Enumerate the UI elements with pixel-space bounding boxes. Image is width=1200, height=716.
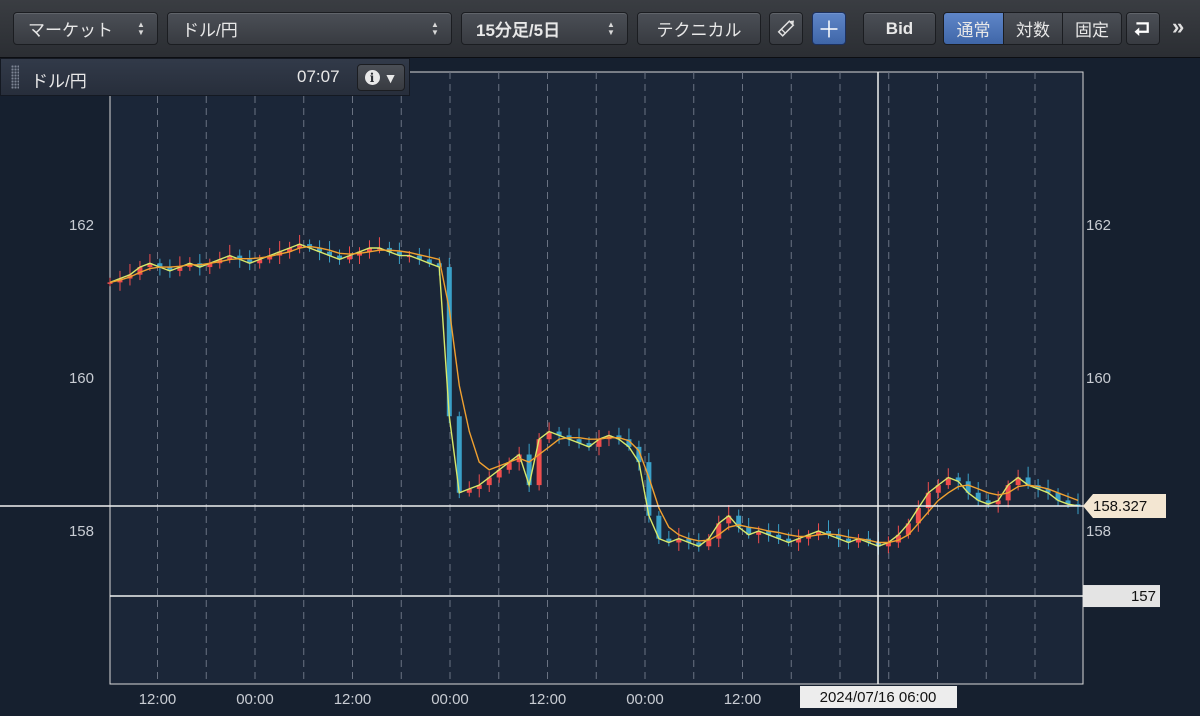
y-tick-label-right: 158 [1086,523,1111,540]
updown-arrows-icon: ▲ ▼ [137,19,145,37]
scale-normal-button[interactable]: 通常 [944,13,1003,44]
return-icon [1134,22,1149,37]
x-tick-label: 12:00 [529,691,567,708]
pencil-icon [777,20,795,37]
drag-handle-icon[interactable] [11,65,19,89]
technical-button[interactable]: テクニカル [637,12,761,45]
bid-label: Bid [885,18,914,38]
y-tick-label-left: 162 [69,217,94,234]
dropdown-triangle-icon: ▼ [383,69,398,86]
y-tick-label-right: 160 [1086,370,1111,387]
current-price-label: 158.327 [1093,498,1147,515]
horizontal-line-label: 157 [1131,588,1156,605]
x-tick-label: 12:00 [334,691,372,708]
x-tick-label: 12:00 [139,691,177,708]
timeframe-label: 15分足/5日 [476,21,561,40]
updown-arrows-icon: ▲ ▼ [607,19,615,37]
chart-app: マーケット ▲ ▼ ドル/円 ▲ ▼ 15分足/5日 ▲ ▼ テクニカル Bid… [0,0,1200,716]
y-tick-label-right: 162 [1086,217,1111,234]
price-chart[interactable]: 162 162 160 160 158 158 12:00 00:00 12:00 00:00 1… [0,58,1200,716]
currency-pair-label: ドル/円 [182,21,238,40]
crosshair-icon [820,20,838,38]
info-menu-button[interactable]: i ▼ [357,64,405,91]
currency-pair-select[interactable]: ドル/円 ▲ ▼ [167,12,452,45]
crosshair-button[interactable] [812,12,846,45]
info-symbol: ドル/円 [31,72,87,91]
x-tick-label: 00:00 [236,691,274,708]
crosshair-time-label: 2024/07/16 06:00 [820,689,937,706]
bid-button[interactable]: Bid [863,12,936,45]
timeframe-select[interactable]: 15分足/5日 ▲ ▼ [461,12,628,45]
return-button[interactable] [1126,12,1160,45]
updown-arrows-icon: ▲ ▼ [431,19,439,37]
toolbar: マーケット ▲ ▼ ドル/円 ▲ ▼ 15分足/5日 ▲ ▼ テクニカル Bid… [0,0,1200,58]
info-time: 07:07 [297,67,340,86]
market-select[interactable]: マーケット ▲ ▼ [13,12,158,45]
y-tick-label-left: 158 [69,523,94,540]
scale-segmented-control: 通常 対数 固定 [943,12,1122,45]
scale-log-button[interactable]: 対数 [1003,13,1062,44]
more-icon[interactable]: » [1172,14,1184,40]
market-select-label: マーケット [28,21,113,40]
draw-tool-button[interactable] [769,12,803,45]
x-tick-label: 00:00 [626,691,664,708]
technical-label: テクニカル [656,21,742,40]
y-tick-label-left: 160 [69,370,94,387]
info-panel: ドル/円 07:07 i ▼ [0,58,410,96]
x-tick-label: 00:00 [431,691,469,708]
x-tick-label: 12:00 [724,691,762,708]
scale-fixed-button[interactable]: 固定 [1062,13,1121,44]
info-icon: i [364,70,380,85]
